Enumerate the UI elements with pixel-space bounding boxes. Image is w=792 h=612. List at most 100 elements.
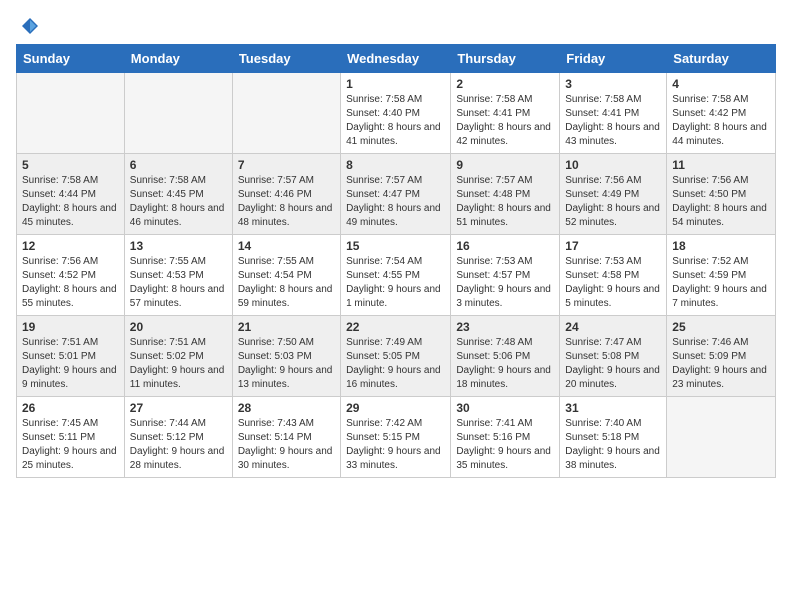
day-number: 28 <box>238 401 335 415</box>
day-number: 29 <box>346 401 445 415</box>
day-number: 15 <box>346 239 445 253</box>
day-number: 4 <box>672 77 770 91</box>
day-info: Sunrise: 7:49 AM Sunset: 5:05 PM Dayligh… <box>346 336 445 392</box>
calendar-week-5: 26 Sunrise: 7:45 AM Sunset: 5:11 PM Dayli… <box>17 397 776 478</box>
day-header-friday: Friday <box>560 45 667 73</box>
day-cell: 21 Sunrise: 7:50 AM Sunset: 5:03 PM Dayli… <box>232 316 340 397</box>
day-number: 2 <box>456 77 554 91</box>
day-header-saturday: Saturday <box>667 45 776 73</box>
day-info: Sunrise: 7:58 AM Sunset: 4:45 PM Dayligh… <box>130 174 227 230</box>
day-cell: 1 Sunrise: 7:58 AM Sunset: 4:40 PM Daylig… <box>341 73 451 154</box>
day-cell: 4 Sunrise: 7:58 AM Sunset: 4:42 PM Daylig… <box>667 73 776 154</box>
day-number: 6 <box>130 158 227 172</box>
day-info: Sunrise: 7:57 AM Sunset: 4:48 PM Dayligh… <box>456 174 554 230</box>
day-cell: 6 Sunrise: 7:58 AM Sunset: 4:45 PM Daylig… <box>124 154 232 235</box>
day-number: 20 <box>130 320 227 334</box>
day-info: Sunrise: 7:54 AM Sunset: 4:55 PM Dayligh… <box>346 255 445 311</box>
calendar-week-2: 5 Sunrise: 7:58 AM Sunset: 4:44 PM Daylig… <box>17 154 776 235</box>
day-number: 18 <box>672 239 770 253</box>
day-cell: 24 Sunrise: 7:47 AM Sunset: 5:08 PM Dayli… <box>560 316 667 397</box>
day-info: Sunrise: 7:56 AM Sunset: 4:52 PM Dayligh… <box>22 255 119 311</box>
day-number: 31 <box>565 401 661 415</box>
day-info: Sunrise: 7:58 AM Sunset: 4:40 PM Dayligh… <box>346 93 445 149</box>
day-cell <box>124 73 232 154</box>
calendar-week-4: 19 Sunrise: 7:51 AM Sunset: 5:01 PM Dayli… <box>17 316 776 397</box>
day-info: Sunrise: 7:51 AM Sunset: 5:02 PM Dayligh… <box>130 336 227 392</box>
day-cell: 9Sunrise: 7:57 AM Sunset: 4:48 PM Daylig… <box>451 154 560 235</box>
day-number: 21 <box>238 320 335 334</box>
day-number: 13 <box>130 239 227 253</box>
day-cell <box>17 73 125 154</box>
day-header-wednesday: Wednesday <box>341 45 451 73</box>
day-info: Sunrise: 7:40 AM Sunset: 5:18 PM Dayligh… <box>565 417 661 473</box>
day-info: Sunrise: 7:45 AM Sunset: 5:11 PM Dayligh… <box>22 417 119 473</box>
day-cell: 2 Sunrise: 7:58 AM Sunset: 4:41 PM Daylig… <box>451 73 560 154</box>
day-number: 22 <box>346 320 445 334</box>
day-info: Sunrise: 7:58 AM Sunset: 4:41 PM Dayligh… <box>456 93 554 149</box>
day-number: 1 <box>346 77 445 91</box>
logo <box>20 16 44 36</box>
day-number: 8 <box>346 158 445 172</box>
calendar-wrapper: SundayMondayTuesdayWednesdayThursdayFrid… <box>0 44 792 486</box>
calendar-week-1: 1 Sunrise: 7:58 AM Sunset: 4:40 PM Daylig… <box>17 73 776 154</box>
day-cell: 30Sunrise: 7:41 AM Sunset: 5:16 PM Dayli… <box>451 397 560 478</box>
day-info: Sunrise: 7:44 AM Sunset: 5:12 PM Dayligh… <box>130 417 227 473</box>
calendar-table: SundayMondayTuesdayWednesdayThursdayFrid… <box>16 44 776 478</box>
day-info: Sunrise: 7:43 AM Sunset: 5:14 PM Dayligh… <box>238 417 335 473</box>
day-info: Sunrise: 7:53 AM Sunset: 4:57 PM Dayligh… <box>456 255 554 311</box>
day-header-sunday: Sunday <box>17 45 125 73</box>
day-info: Sunrise: 7:56 AM Sunset: 4:50 PM Dayligh… <box>672 174 770 230</box>
day-info: Sunrise: 7:56 AM Sunset: 4:49 PM Dayligh… <box>565 174 661 230</box>
day-info: Sunrise: 7:41 AM Sunset: 5:16 PM Dayligh… <box>456 417 554 473</box>
day-number: 10 <box>565 158 661 172</box>
day-info: Sunrise: 7:58 AM Sunset: 4:44 PM Dayligh… <box>22 174 119 230</box>
day-info: Sunrise: 7:46 AM Sunset: 5:09 PM Dayligh… <box>672 336 770 392</box>
day-cell: 27 Sunrise: 7:44 AM Sunset: 5:12 PM Dayli… <box>124 397 232 478</box>
day-cell: 8 Sunrise: 7:57 AM Sunset: 4:47 PM Daylig… <box>341 154 451 235</box>
day-cell: 19 Sunrise: 7:51 AM Sunset: 5:01 PM Dayli… <box>17 316 125 397</box>
day-number: 23 <box>456 320 554 334</box>
day-header-tuesday: Tuesday <box>232 45 340 73</box>
day-info: Sunrise: 7:57 AM Sunset: 4:47 PM Dayligh… <box>346 174 445 230</box>
day-number: 5 <box>22 158 119 172</box>
day-cell: 29 Sunrise: 7:42 AM Sunset: 5:15 PM Dayli… <box>341 397 451 478</box>
day-cell: 10 Sunrise: 7:56 AM Sunset: 4:49 PM Dayli… <box>560 154 667 235</box>
day-cell: 18 Sunrise: 7:52 AM Sunset: 4:59 PM Dayli… <box>667 235 776 316</box>
day-info: Sunrise: 7:58 AM Sunset: 4:42 PM Dayligh… <box>672 93 770 149</box>
day-cell: 16Sunrise: 7:53 AM Sunset: 4:57 PM Dayli… <box>451 235 560 316</box>
day-number: 14 <box>238 239 335 253</box>
day-info: Sunrise: 7:50 AM Sunset: 5:03 PM Dayligh… <box>238 336 335 392</box>
day-cell: 22 Sunrise: 7:49 AM Sunset: 5:05 PM Dayli… <box>341 316 451 397</box>
day-number: 27 <box>130 401 227 415</box>
day-info: Sunrise: 7:47 AM Sunset: 5:08 PM Dayligh… <box>565 336 661 392</box>
logo-icon <box>20 16 40 36</box>
day-header-row: SundayMondayTuesdayWednesdayThursdayFrid… <box>17 45 776 73</box>
calendar-week-3: 12 Sunrise: 7:56 AM Sunset: 4:52 PM Dayli… <box>17 235 776 316</box>
day-number: 24 <box>565 320 661 334</box>
day-number: 7 <box>238 158 335 172</box>
day-cell: 3Sunrise: 7:58 AM Sunset: 4:41 PM Daylig… <box>560 73 667 154</box>
day-header-thursday: Thursday <box>451 45 560 73</box>
day-cell: 23 Sunrise: 7:48 AM Sunset: 5:06 PM Dayli… <box>451 316 560 397</box>
day-cell <box>667 397 776 478</box>
day-cell: 28 Sunrise: 7:43 AM Sunset: 5:14 PM Dayli… <box>232 397 340 478</box>
day-number: 26 <box>22 401 119 415</box>
day-info: Sunrise: 7:58 AM Sunset: 4:41 PM Dayligh… <box>565 93 661 149</box>
day-info: Sunrise: 7:53 AM Sunset: 4:58 PM Dayligh… <box>565 255 661 311</box>
day-info: Sunrise: 7:52 AM Sunset: 4:59 PM Dayligh… <box>672 255 770 311</box>
day-number: 17 <box>565 239 661 253</box>
day-number: 12 <box>22 239 119 253</box>
day-cell: 15 Sunrise: 7:54 AM Sunset: 4:55 PM Dayli… <box>341 235 451 316</box>
day-info: Sunrise: 7:48 AM Sunset: 5:06 PM Dayligh… <box>456 336 554 392</box>
day-cell <box>232 73 340 154</box>
day-cell: 25Sunrise: 7:46 AM Sunset: 5:09 PM Dayli… <box>667 316 776 397</box>
day-info: Sunrise: 7:51 AM Sunset: 5:01 PM Dayligh… <box>22 336 119 392</box>
day-cell: 5 Sunrise: 7:58 AM Sunset: 4:44 PM Daylig… <box>17 154 125 235</box>
page: SundayMondayTuesdayWednesdayThursdayFrid… <box>0 0 792 486</box>
day-header-monday: Monday <box>124 45 232 73</box>
day-cell: 7Sunrise: 7:57 AM Sunset: 4:46 PM Daylig… <box>232 154 340 235</box>
day-info: Sunrise: 7:42 AM Sunset: 5:15 PM Dayligh… <box>346 417 445 473</box>
day-cell: 12 Sunrise: 7:56 AM Sunset: 4:52 PM Dayli… <box>17 235 125 316</box>
day-info: Sunrise: 7:55 AM Sunset: 4:54 PM Dayligh… <box>238 255 335 311</box>
day-number: 19 <box>22 320 119 334</box>
